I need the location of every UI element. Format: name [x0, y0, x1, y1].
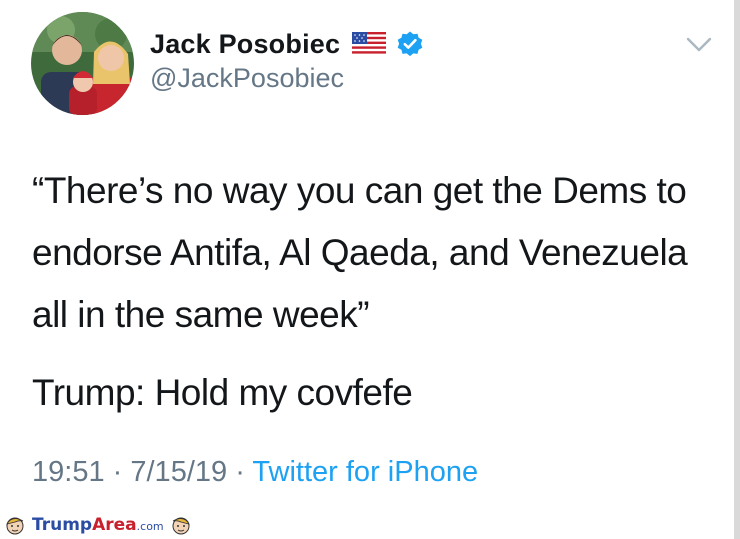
tweet-quote: “There’s no way you can get the Dems to …: [32, 170, 688, 335]
tweet-source-link[interactable]: Twitter for iPhone: [252, 456, 478, 488]
tweet-date[interactable]: 7/15/19: [130, 456, 227, 488]
meta-separator: ·: [235, 456, 245, 488]
caricature-left-icon: [4, 514, 26, 536]
verified-badge-icon: [396, 30, 424, 58]
watermark: TrumpArea.com: [4, 512, 192, 538]
avatar-photo: [31, 12, 134, 115]
tweet-card: Jack Posobiec @JackPosobiec “There’s no …: [0, 0, 740, 539]
tweet-punchline: Trump: Hold my covfefe: [32, 372, 413, 413]
watermark-brand: TrumpArea.com: [32, 515, 164, 535]
meta-separator: ·: [112, 456, 123, 488]
tweet-meta: 19:51 · 7/15/19 · Twitter for iPhone: [32, 456, 478, 489]
display-name[interactable]: Jack Posobiec: [150, 29, 340, 60]
tweet-time: 19:51: [32, 456, 105, 488]
caricature-right-icon: [170, 514, 192, 536]
user-handle[interactable]: @JackPosobiec: [150, 63, 344, 94]
scrollbar-edge: [734, 0, 740, 539]
tweet-text: “There’s no way you can get the Dems to …: [32, 160, 722, 424]
chevron-down-icon[interactable]: [686, 36, 712, 54]
us-flag-icon: [352, 32, 387, 56]
avatar[interactable]: [31, 12, 134, 115]
